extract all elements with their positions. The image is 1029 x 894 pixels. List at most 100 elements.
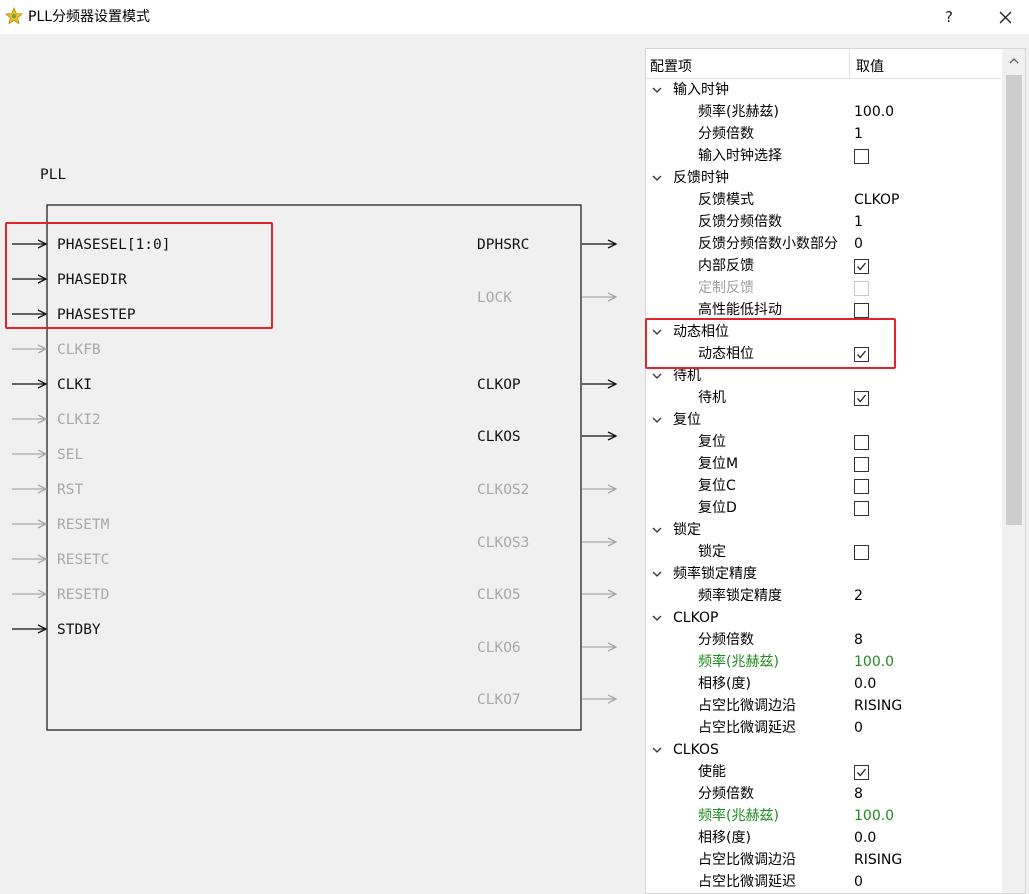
chevron-down-icon[interactable]: [652, 745, 662, 755]
chevron-down-icon[interactable]: [652, 85, 662, 95]
tree-group-row[interactable]: 频率锁定精度: [646, 563, 1001, 585]
right-pin-label: CLKO5: [477, 587, 521, 603]
property-value[interactable]: 2: [854, 585, 863, 607]
tree-property-row[interactable]: 分频倍数 1: [646, 123, 1001, 145]
tree-property-row[interactable]: 反馈分频倍数小数部分 0: [646, 233, 1001, 255]
left-pin-label: RESETD: [57, 587, 109, 603]
scrollbar-thumb[interactable]: [1006, 75, 1022, 525]
tree-group-row[interactable]: 复位: [646, 409, 1001, 431]
close-button[interactable]: [990, 4, 1020, 30]
property-value[interactable]: 0: [854, 871, 863, 893]
chevron-down-icon[interactable]: [652, 371, 662, 381]
chevron-down-icon[interactable]: [652, 415, 662, 425]
group-label: 反馈时钟: [673, 170, 729, 186]
property-panel[interactable]: 配置项 取值 输入时钟 频率(兆赫兹) 100.0 分频倍数 1 输入时钟选择 反馈时钟反…: [645, 48, 1026, 894]
tree-property-row[interactable]: 分频倍数 8: [646, 783, 1001, 805]
tree-property-row[interactable]: 反馈分频倍数 1: [646, 211, 1001, 233]
tree-property-row[interactable]: 相移(度) 0.0: [646, 827, 1001, 849]
tree-property-row[interactable]: 占空比微调延迟 0: [646, 871, 1001, 893]
tree-property-row[interactable]: 频率(兆赫兹) 100.0: [646, 101, 1001, 123]
property-value[interactable]: 8: [854, 783, 863, 805]
tree-property-row[interactable]: 相移(度) 0.0: [646, 673, 1001, 695]
property-label: 占空比微调延迟: [698, 874, 796, 890]
tree-property-row[interactable]: 内部反馈: [646, 255, 1001, 277]
property-value[interactable]: CLKOP: [854, 189, 899, 211]
tree-property-row[interactable]: 复位D: [646, 497, 1001, 519]
property-value[interactable]: 0: [854, 717, 863, 739]
property-label: 定制反馈: [698, 280, 754, 296]
chevron-down-icon[interactable]: [652, 569, 662, 579]
property-value[interactable]: 0.0: [854, 673, 876, 695]
left-pin-label: RESETM: [57, 517, 110, 533]
tree-property-row[interactable]: 复位: [646, 431, 1001, 453]
tree-property-row[interactable]: 占空比微调边沿 RISING: [646, 849, 1001, 871]
left-pin-label: RESETC: [57, 552, 109, 568]
property-label: 反馈分频倍数小数部分: [698, 236, 838, 252]
tree-property-row[interactable]: 使能: [646, 761, 1001, 783]
tree-property-row[interactable]: 输入时钟选择: [646, 145, 1001, 167]
vertical-scrollbar[interactable]: [1002, 49, 1025, 893]
group-label: 复位: [673, 412, 701, 428]
tree-group-row[interactable]: CLKOS: [646, 739, 1001, 761]
property-checkbox[interactable]: [854, 545, 869, 560]
tree-property-row[interactable]: 复位C: [646, 475, 1001, 497]
property-checkbox[interactable]: [854, 391, 869, 406]
tree-property-row[interactable]: 频率(兆赫兹) 100.0: [646, 805, 1001, 827]
property-value[interactable]: 100.0: [854, 101, 894, 123]
property-checkbox[interactable]: [854, 479, 869, 494]
tree-property-row[interactable]: 频率(兆赫兹) 100.0: [646, 651, 1001, 673]
chevron-down-icon[interactable]: [652, 613, 662, 623]
left-pin-label: SEL: [57, 447, 83, 463]
property-checkbox[interactable]: [854, 149, 869, 164]
tree-property-row[interactable]: 复位M: [646, 453, 1001, 475]
tree-group-row[interactable]: 锁定: [646, 519, 1001, 541]
property-checkbox[interactable]: [854, 435, 869, 450]
property-checkbox[interactable]: [854, 765, 869, 780]
tree-property-row[interactable]: 频率锁定精度 2: [646, 585, 1001, 607]
property-checkbox[interactable]: [854, 457, 869, 472]
property-value[interactable]: 1: [854, 123, 863, 145]
right-pin-label: CLKOP: [477, 377, 521, 393]
right-pin-label: CLKOS2: [477, 482, 529, 498]
chevron-down-icon[interactable]: [652, 173, 662, 183]
property-value[interactable]: 1: [854, 211, 863, 233]
property-value[interactable]: RISING: [854, 695, 902, 717]
tree-property-row[interactable]: 占空比微调边沿 RISING: [646, 695, 1001, 717]
help-button[interactable]: ?: [934, 4, 964, 30]
tree-property-row[interactable]: 锁定: [646, 541, 1001, 563]
property-value[interactable]: RISING: [854, 849, 902, 871]
tree-property-row[interactable]: 反馈模式 CLKOP: [646, 189, 1001, 211]
property-value[interactable]: 0.0: [854, 827, 876, 849]
checkmark-icon: [857, 394, 867, 403]
tree-property-row[interactable]: 定制反馈: [646, 277, 1001, 299]
property-label: 内部反馈: [698, 258, 754, 274]
title-bar: PLL分频器设置模式 ?: [0, 0, 1029, 34]
property-label: 频率(兆赫兹): [698, 104, 779, 120]
property-label: 使能: [698, 764, 726, 780]
left-pin-label: RST: [57, 482, 83, 498]
property-checkbox[interactable]: [854, 303, 869, 318]
tree-group-row[interactable]: 反馈时钟: [646, 167, 1001, 189]
scroll-up-arrow-icon[interactable]: [1009, 57, 1019, 65]
property-value[interactable]: 100.0: [854, 805, 894, 827]
right-pin-label: LOCK: [477, 290, 512, 306]
property-value[interactable]: 0: [854, 233, 863, 255]
right-pin-label: CLKOS3: [477, 535, 529, 551]
property-checkbox[interactable]: [854, 501, 869, 516]
tree-group-row[interactable]: 输入时钟: [646, 79, 1001, 101]
property-value[interactable]: 100.0: [854, 651, 894, 673]
chevron-down-icon[interactable]: [652, 525, 662, 535]
pll-diagram-canvas: PLL PHASESEL[1:0]PHASEDIRPHASESTEPCLKFBC…: [12, 167, 618, 731]
column-header-value[interactable]: 取值: [856, 56, 884, 76]
property-label: 分频倍数: [698, 126, 754, 142]
column-header-item[interactable]: 配置项: [650, 56, 692, 76]
left-pin-label: CLKFB: [57, 342, 101, 358]
tree-property-row[interactable]: 待机: [646, 387, 1001, 409]
window-title: PLL分频器设置模式: [28, 9, 151, 25]
tree-property-row[interactable]: 占空比微调延迟 0: [646, 717, 1001, 739]
tree-group-row[interactable]: CLKOP: [646, 607, 1001, 629]
property-checkbox[interactable]: [854, 259, 869, 274]
tree-property-row[interactable]: 分频倍数 8: [646, 629, 1001, 651]
property-value[interactable]: 8: [854, 629, 863, 651]
left-pin-label: CLKI: [57, 377, 92, 393]
